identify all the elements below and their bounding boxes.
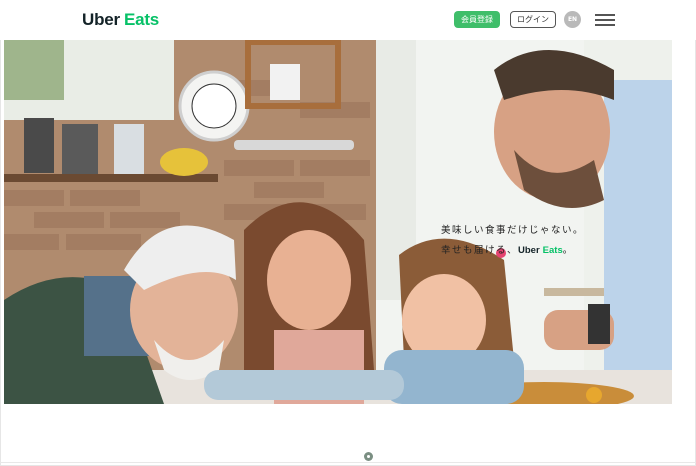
section-divider xyxy=(0,462,696,463)
menu-bar-middle xyxy=(595,19,615,21)
tagline-brand-uber: Uber xyxy=(518,245,540,256)
language-switch-button[interactable]: EN xyxy=(564,11,581,28)
hero-tagline: 美味しい食事だけじゃない。 幸せも届ける、Uber Eats。 xyxy=(441,221,584,261)
site-header: Uber Eats 会員登録 ログイン EN xyxy=(0,0,696,40)
hamburger-menu-icon[interactable] xyxy=(595,14,615,26)
scroll-indicator-icon[interactable] xyxy=(364,452,373,461)
tagline-line1: 美味しい食事だけじゃない。 xyxy=(441,225,585,236)
register-button[interactable]: 会員登録 xyxy=(454,11,500,28)
tagline-line2-suffix: 。 xyxy=(562,245,574,256)
tagline-line2-prefix: 幸せも届ける、 xyxy=(441,245,519,256)
login-button[interactable]: ログイン xyxy=(510,11,556,28)
tagline-brand-eats: Eats xyxy=(542,245,563,256)
hero-image: 美味しい食事だけじゃない。 幸せも届ける、Uber Eats。 xyxy=(4,40,672,404)
logo-eats-text: Eats xyxy=(123,10,160,29)
menu-bar-top xyxy=(595,14,615,16)
logo-uber-text: Uber xyxy=(82,10,120,29)
uber-eats-logo[interactable]: Uber Eats xyxy=(82,10,159,30)
menu-bar-bottom xyxy=(595,24,615,26)
tagline-line2: 幸せも届ける、Uber Eats。 xyxy=(441,241,584,261)
